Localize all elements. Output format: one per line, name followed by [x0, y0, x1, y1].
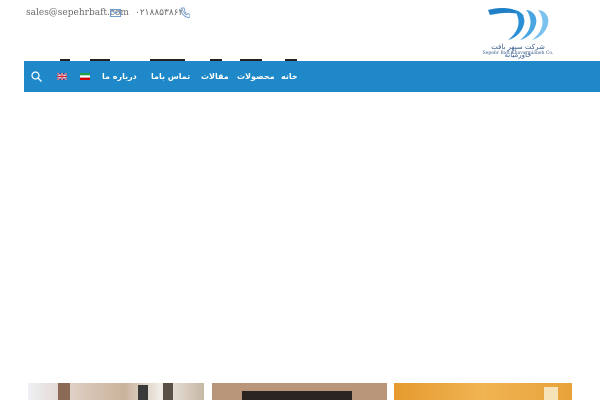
banner-detail [544, 387, 558, 400]
banner-detail [242, 391, 352, 400]
product-banner-image[interactable] [28, 383, 204, 400]
nav-item-home[interactable]: خانه [281, 61, 298, 92]
nav-item-products[interactable]: محصولات [237, 61, 275, 92]
banner-detail [58, 383, 70, 400]
product-banner-image[interactable] [394, 383, 572, 400]
nav-item-about[interactable]: درباره ما [102, 61, 137, 92]
nav-item-contact[interactable]: تماس باما [151, 61, 190, 92]
phone-icon [180, 7, 190, 18]
top-header: sales@sepehrbaft.com ۰۲۱۸۸۵۳۸۶۲۰ شرکت سپ… [0, 0, 600, 60]
banner-detail [163, 383, 173, 400]
iran-flag-icon[interactable] [80, 73, 90, 80]
mail-icon [110, 9, 121, 17]
nav-item-articles[interactable]: مقالات [201, 61, 229, 92]
company-name-en: Sepehr Baft Khavarmianeh Co. [482, 51, 554, 56]
product-banner-image[interactable] [212, 383, 387, 400]
banner-detail [138, 385, 148, 400]
main-navbar: درباره ما تماس باما مقالات محصولات خانه [24, 61, 600, 92]
english-flag-icon[interactable] [57, 73, 67, 80]
search-icon[interactable] [31, 71, 42, 82]
